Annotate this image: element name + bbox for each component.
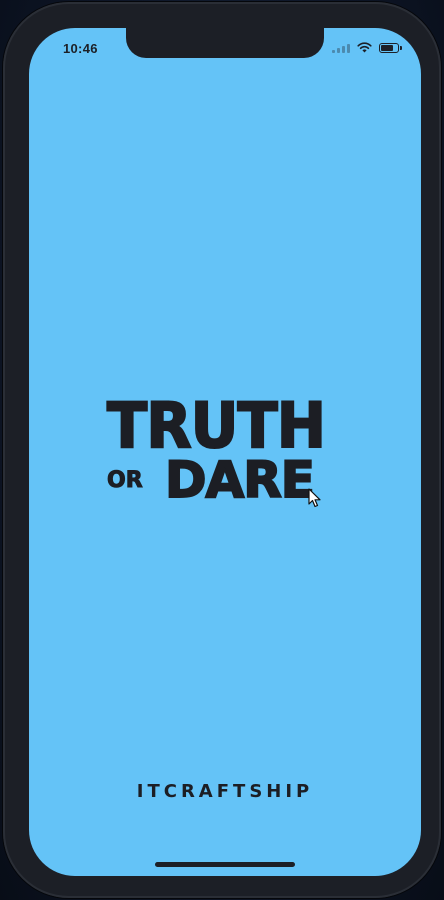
- mouse-pointer-icon: [308, 488, 321, 508]
- status-time: 10:46: [63, 41, 98, 56]
- wifi-icon: [357, 42, 372, 53]
- logo-word-or: OR: [107, 468, 144, 493]
- status-icons: [332, 42, 402, 53]
- desktop-background: 10:46 TRUTH OR DARE ITCRAFTSHIP: [0, 0, 444, 900]
- device-notch: [126, 28, 324, 58]
- truth-or-dare-logo: TRUTH OR DARE: [103, 389, 343, 510]
- brand-wordmark: ITCRAFTSHIP: [136, 781, 314, 802]
- home-indicator[interactable]: [155, 862, 295, 867]
- phone-frame: 10:46 TRUTH OR DARE ITCRAFTSHIP: [3, 2, 441, 898]
- logo-line-truth: TRUTH: [106, 389, 327, 462]
- logo-word-dare: DARE: [164, 451, 316, 509]
- cellular-signal-icon: [332, 43, 350, 53]
- battery-icon: [379, 42, 402, 53]
- battery-fill: [381, 44, 393, 51]
- app-screen[interactable]: 10:46 TRUTH OR DARE ITCRAFTSHIP: [29, 28, 421, 876]
